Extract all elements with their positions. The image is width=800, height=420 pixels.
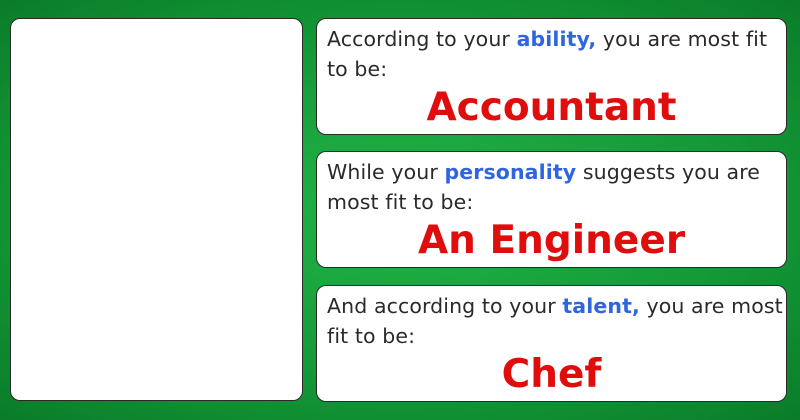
ability-result-card: According to your ability, you are most … — [316, 18, 787, 135]
talent-statement: And according to your talent, you are mo… — [327, 291, 786, 351]
photo-placeholder-panel — [10, 18, 303, 401]
talent-keyword: talent, — [562, 294, 640, 318]
personality-result: An Engineer — [417, 218, 686, 263]
personality-result-card: While your personality suggests you are … — [316, 151, 787, 268]
personality-statement: While your personality suggests you are … — [327, 157, 786, 217]
personality-keyword: personality — [444, 160, 577, 184]
talent-result: Chef — [501, 352, 602, 397]
ability-result: Accountant — [426, 85, 677, 130]
ability-keyword: ability, — [516, 27, 597, 51]
talent-result-card: And according to your talent, you are mo… — [316, 285, 787, 402]
personality-prefix: While your — [327, 160, 445, 184]
talent-prefix: And according to your — [327, 294, 563, 318]
ability-statement: According to your ability, you are most … — [327, 24, 786, 84]
ability-prefix: According to your — [327, 27, 517, 51]
